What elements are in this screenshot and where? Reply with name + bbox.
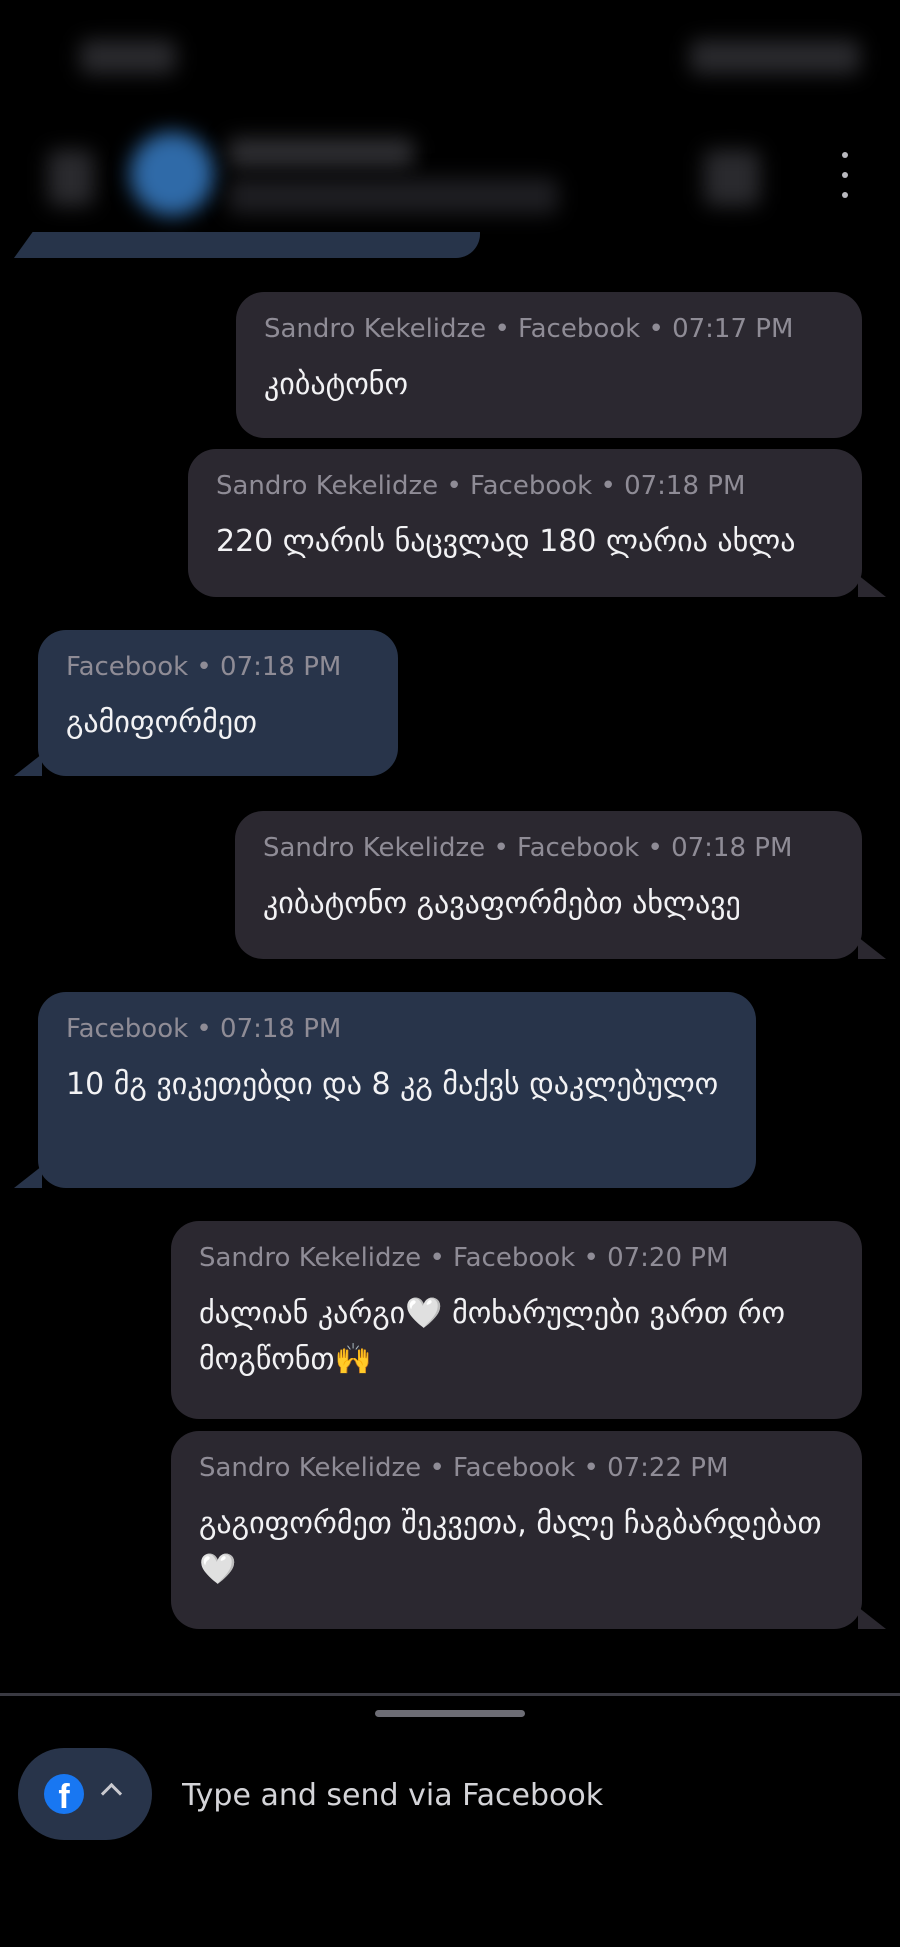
chevron-up-icon bbox=[100, 1782, 123, 1805]
message-meta: Sandro Kekelidze • Facebook • 07:18 PM bbox=[263, 833, 793, 863]
bubble-tail bbox=[858, 575, 886, 597]
bubble-tail bbox=[858, 1607, 886, 1629]
message-bubble-outgoing[interactable]: Sandro Kekelidze • Facebook • 07:18 PM კ… bbox=[235, 811, 862, 959]
previous-message-bubble-edge bbox=[14, 232, 480, 258]
message-bubble-outgoing[interactable]: Sandro Kekelidze • Facebook • 07:18 PM 2… bbox=[188, 449, 862, 597]
message-meta: Sandro Kekelidze • Facebook • 07:17 PM bbox=[264, 314, 794, 344]
message-text: ძალიან კარგი🤍 მოხარულები ვართ რო მოგწონთ… bbox=[199, 1296, 786, 1377]
message-bubble-outgoing[interactable]: Sandro Kekelidze • Facebook • 07:20 PM ძ… bbox=[171, 1221, 862, 1419]
message-text: 10 მგ ვიკეთებდი და 8 კგ მაქვს დაკლებულო bbox=[66, 1067, 719, 1102]
message-text: 220 ლარის ნაცვლად 180 ლარია ახლა bbox=[216, 524, 796, 559]
contact-subtitle-blur bbox=[228, 178, 558, 214]
bubble-tail bbox=[14, 1166, 42, 1188]
message-text: გაგიფორმეთ შეკვეთა, მალე ჩაგბარდებათ🤍 bbox=[199, 1506, 822, 1587]
contact-avatar[interactable] bbox=[130, 132, 214, 216]
message-text: კიბატონო გავაფორმებთ ახლავე bbox=[263, 886, 741, 921]
facebook-icon: f bbox=[44, 1774, 84, 1814]
more-vertical-icon[interactable] bbox=[830, 152, 860, 198]
contact-name-blur[interactable] bbox=[228, 138, 414, 168]
message-text: გამიფორმეთ bbox=[66, 705, 258, 740]
top-bar bbox=[0, 0, 900, 250]
bubble-tail bbox=[858, 937, 886, 959]
status-bar-right-blur bbox=[690, 40, 860, 74]
message-bubble-outgoing[interactable]: Sandro Kekelidze • Facebook • 07:17 PM კ… bbox=[236, 292, 862, 438]
message-bubble-incoming[interactable]: Facebook • 07:18 PM გამიფორმეთ bbox=[38, 630, 398, 776]
bubble-tail bbox=[14, 754, 42, 776]
message-meta: Sandro Kekelidze • Facebook • 07:18 PM bbox=[216, 471, 746, 501]
channel-selector-button[interactable]: f bbox=[18, 1748, 152, 1840]
composer-divider bbox=[0, 1693, 900, 1696]
message-meta: Sandro Kekelidze • Facebook • 07:20 PM bbox=[199, 1243, 729, 1273]
back-button-blur[interactable] bbox=[48, 150, 94, 206]
message-meta: Facebook • 07:18 PM bbox=[66, 652, 342, 682]
message-bubble-outgoing[interactable]: Sandro Kekelidze • Facebook • 07:22 PM გ… bbox=[171, 1431, 862, 1629]
message-input[interactable] bbox=[180, 1768, 864, 1822]
drag-handle[interactable] bbox=[375, 1710, 525, 1717]
message-meta: Sandro Kekelidze • Facebook • 07:22 PM bbox=[199, 1453, 729, 1483]
message-text: კიბატონო bbox=[264, 367, 409, 402]
message-meta: Facebook • 07:18 PM bbox=[66, 1014, 342, 1044]
header-action-blur[interactable] bbox=[704, 150, 760, 206]
status-bar-left-blur bbox=[80, 40, 176, 74]
message-bubble-incoming[interactable]: Facebook • 07:18 PM 10 მგ ვიკეთებდი და 8… bbox=[38, 992, 756, 1188]
